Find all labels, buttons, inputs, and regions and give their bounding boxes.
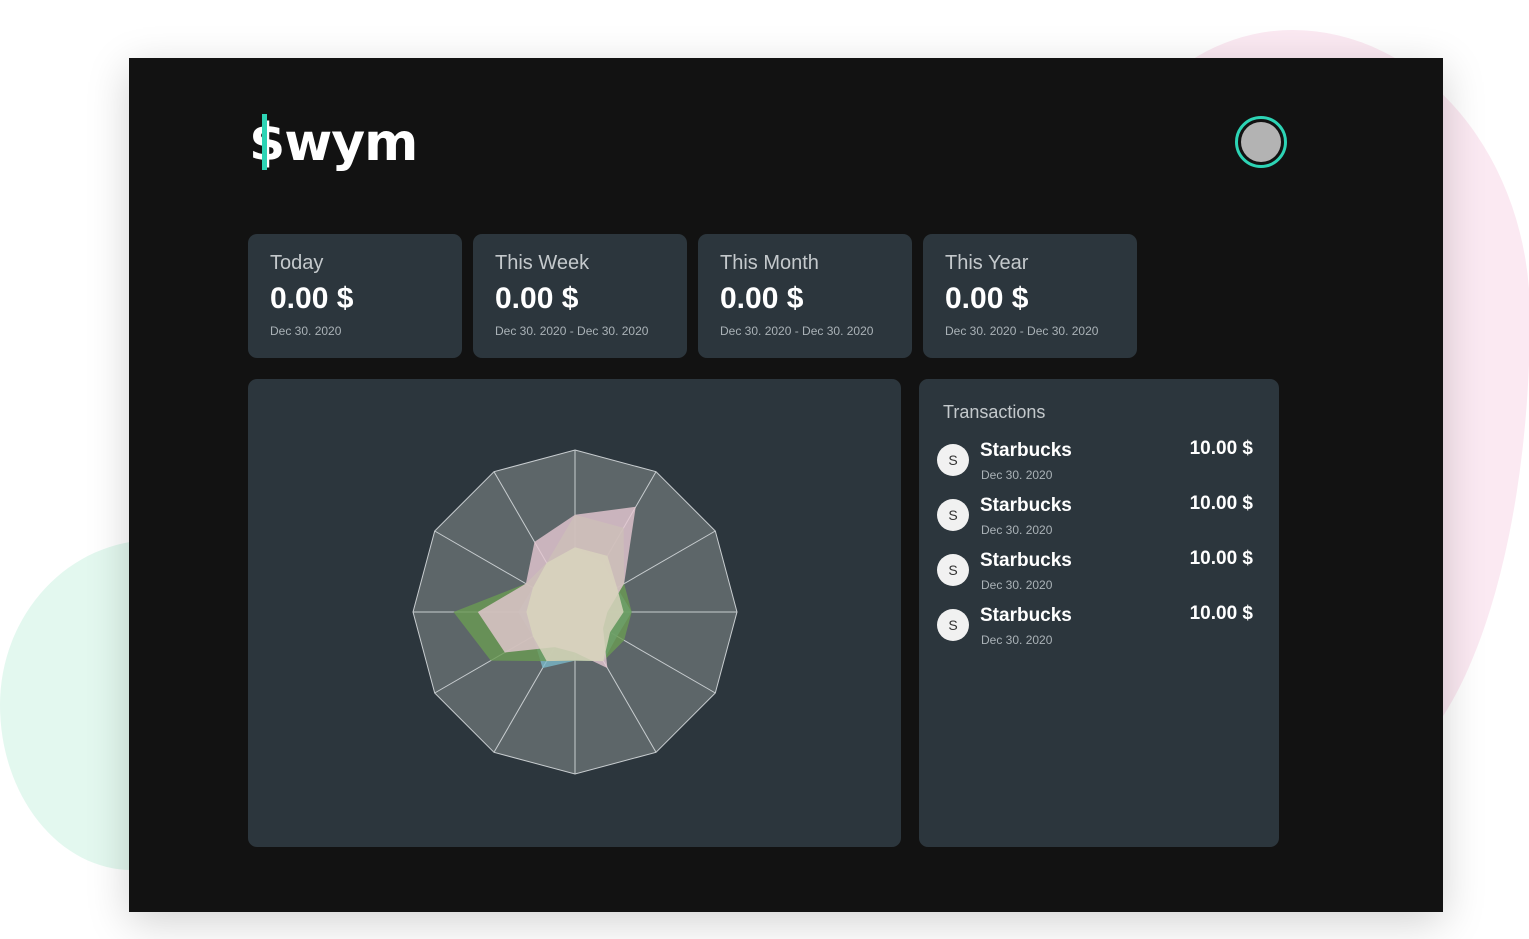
transaction-item[interactable]: S Starbucks Dec 30. 2020 10.00 $ (937, 548, 1259, 598)
transaction-date: Dec 30. 2020 (981, 468, 1053, 482)
transaction-date: Dec 30. 2020 (981, 578, 1053, 592)
avatar-image (1241, 122, 1281, 162)
stat-label: This Week (495, 252, 590, 274)
transaction-name: Starbucks (980, 440, 1072, 461)
logo-text: wym (284, 113, 418, 173)
merchant-icon: S (937, 499, 969, 531)
stat-label: This Year (945, 252, 1029, 274)
transaction-item[interactable]: S Starbucks Dec 30. 2020 10.00 $ (937, 438, 1259, 488)
stat-card-this-week[interactable]: This Week 0.00 $ Dec 30. 2020 - Dec 30. … (473, 234, 687, 358)
stat-value: 0.00 $ (945, 282, 1029, 315)
transaction-amount: 10.00 $ (1189, 493, 1253, 514)
stat-date: Dec 30. 2020 - Dec 30. 2020 (495, 324, 649, 338)
transaction-amount: 10.00 $ (1189, 548, 1253, 569)
stat-card-this-month[interactable]: This Month 0.00 $ Dec 30. 2020 - Dec 30.… (698, 234, 912, 358)
transaction-item[interactable]: S Starbucks Dec 30. 2020 10.00 $ (937, 493, 1259, 543)
stat-card-today[interactable]: Today 0.00 $ Dec 30. 2020 (248, 234, 462, 358)
logo-dollar-sign: $ (249, 108, 285, 178)
transaction-name: Starbucks (980, 550, 1072, 571)
transaction-name: Starbucks (980, 605, 1072, 626)
merchant-icon: S (937, 444, 969, 476)
transaction-name: Starbucks (980, 495, 1072, 516)
stat-date: Dec 30. 2020 - Dec 30. 2020 (720, 324, 874, 338)
stat-value: 0.00 $ (270, 282, 354, 315)
transaction-amount: 10.00 $ (1189, 438, 1253, 459)
transactions-title: Transactions (943, 402, 1046, 422)
transactions-panel: Transactions S Starbucks Dec 30. 2020 10… (919, 379, 1279, 847)
stat-value: 0.00 $ (495, 282, 579, 315)
app-window: $ wym Today 0.00 $ Dec 30. 2020 This Week… (129, 58, 1443, 912)
transaction-date: Dec 30. 2020 (981, 523, 1053, 537)
merchant-icon: S (937, 554, 969, 586)
stat-card-this-year[interactable]: This Year 0.00 $ Dec 30. 2020 - Dec 30. … (923, 234, 1137, 358)
stage: $ wym Today 0.00 $ Dec 30. 2020 This Week… (0, 0, 1529, 939)
stat-label: This Month (720, 252, 819, 274)
merchant-icon: S (937, 609, 969, 641)
transaction-amount: 10.00 $ (1189, 603, 1253, 624)
stat-date: Dec 30. 2020 (270, 324, 342, 338)
user-avatar[interactable] (1235, 116, 1287, 168)
radar-chart (412, 449, 738, 775)
transaction-date: Dec 30. 2020 (981, 633, 1053, 647)
logo[interactable]: $ wym (249, 108, 418, 178)
stat-date: Dec 30. 2020 - Dec 30. 2020 (945, 324, 1099, 338)
radar-chart-panel (248, 379, 901, 847)
transaction-item[interactable]: S Starbucks Dec 30. 2020 10.00 $ (937, 603, 1259, 653)
stat-label: Today (270, 252, 324, 274)
stat-value: 0.00 $ (720, 282, 804, 315)
